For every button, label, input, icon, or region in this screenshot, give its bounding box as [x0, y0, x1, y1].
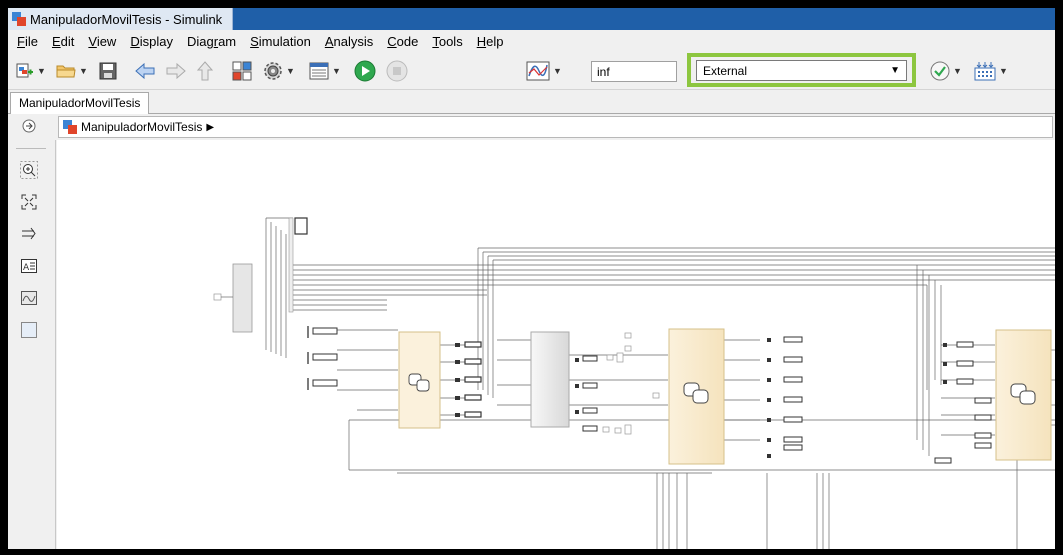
back-arrow-icon: [135, 63, 155, 79]
chevron-down-icon[interactable]: ▼: [37, 66, 46, 76]
chevron-down-icon[interactable]: ▼: [332, 66, 341, 76]
data-inspector-button[interactable]: ▼: [522, 60, 566, 82]
open-folder-icon: [56, 65, 76, 78]
model-settings-button[interactable]: ▼: [260, 60, 298, 82]
menu-bar: File Edit View Display Diagram Simulation Anal…: [8, 30, 1055, 52]
menu-item-file[interactable]: File: [10, 34, 45, 49]
window-title: ManipuladorMovilTesis - Simulink: [30, 11, 223, 27]
block-diagram[interactable]: [57, 140, 1055, 549]
display-block[interactable]: [294, 217, 308, 235]
zoom-icon: [20, 161, 38, 179]
breadcrumb-arrow-icon[interactable]: ▶: [206, 122, 214, 133]
fit-to-view-button[interactable]: [19, 192, 39, 212]
menu-item-edit[interactable]: Edit: [45, 34, 81, 49]
data-inspector-icon: [526, 61, 550, 81]
simulation-mode-value: External: [703, 63, 748, 78]
arrow-right-icon: [22, 227, 36, 240]
breadcrumb[interactable]: ManipuladorMovilTesis ▶: [58, 116, 1053, 138]
new-model-button[interactable]: ▼: [14, 60, 48, 82]
menu-item-view[interactable]: View: [81, 34, 123, 49]
breadcrumb-model[interactable]: ManipuladorMovilTesis: [81, 120, 202, 134]
annotation-button[interactable]: A: [19, 256, 39, 276]
chevron-down-icon[interactable]: ▼: [999, 66, 1008, 76]
window-title-tab[interactable]: ManipuladorMovilTesis - Simulink: [8, 8, 234, 30]
address-bar: ManipuladorMovilTesis ▶: [8, 114, 1055, 140]
mux-block[interactable]: [530, 331, 570, 428]
forward-arrow-icon: [166, 63, 186, 79]
chevron-down-icon[interactable]: ▼: [79, 66, 88, 76]
menu-item-display[interactable]: Display: [123, 34, 180, 49]
build-icon: [974, 62, 996, 81]
menu-item-help[interactable]: Help: [470, 34, 511, 49]
gear-icon: [264, 62, 282, 80]
save-icon: [99, 62, 117, 80]
run-icon: [354, 60, 376, 82]
demux-block[interactable]: [232, 263, 253, 333]
build-button[interactable]: ▼: [970, 60, 1012, 82]
menu-item-diagram[interactable]: Diagram: [180, 34, 243, 49]
new-model-icon: [16, 63, 34, 78]
library-browser-icon: [232, 61, 252, 81]
stop-icon: [386, 60, 408, 82]
simulink-window: ManipuladorMovilTesis - Simulink File Edi…: [8, 8, 1055, 549]
palette-divider: [16, 148, 46, 149]
hide-browser-button[interactable]: [22, 119, 36, 136]
library-browser-button[interactable]: [230, 60, 254, 82]
model-tab-bar: ManipuladorMovilTesis: [8, 90, 1055, 114]
left-palette: A: [8, 140, 56, 549]
menu-item-simulation[interactable]: Simulation: [243, 34, 318, 49]
area-button[interactable]: [19, 320, 39, 340]
title-bar: ManipuladorMovilTesis - Simulink: [8, 8, 1055, 30]
menu-item-code[interactable]: Code: [380, 34, 425, 49]
chevron-down-icon[interactable]: ▼: [953, 66, 962, 76]
model-explorer-button[interactable]: ▼: [306, 60, 344, 82]
model-canvas[interactable]: [57, 140, 1055, 549]
simulink-logo-icon: [12, 12, 26, 26]
image-icon: [21, 291, 37, 305]
check-icon: [930, 61, 950, 81]
svg-text:A: A: [23, 263, 30, 273]
model-advisor-button[interactable]: ▼: [926, 60, 966, 82]
expand-browser-icon: [22, 119, 36, 133]
annotation-icon: A: [21, 259, 37, 273]
simulation-mode-select[interactable]: External ▼: [696, 60, 907, 81]
forward-button[interactable]: [164, 60, 188, 82]
up-button[interactable]: [194, 60, 216, 82]
menu-item-analysis[interactable]: Analysis: [318, 34, 380, 49]
fit-view-icon: [21, 194, 37, 210]
simulation-mode-highlight: External ▼: [687, 53, 916, 87]
open-button[interactable]: ▼: [54, 60, 90, 82]
stop-time-input[interactable]: [591, 61, 677, 82]
run-button[interactable]: [352, 60, 378, 82]
zoom-in-button[interactable]: [19, 160, 39, 180]
arrange-button[interactable]: [19, 224, 39, 244]
menu-item-tools[interactable]: Tools: [425, 34, 469, 49]
save-button[interactable]: [97, 60, 119, 82]
model-explorer-icon: [309, 62, 329, 80]
chevron-down-icon[interactable]: ▼: [286, 66, 295, 76]
image-button[interactable]: [19, 288, 39, 308]
model-icon: [63, 120, 77, 134]
tab-model[interactable]: ManipuladorMovilTesis: [10, 92, 150, 114]
back-button[interactable]: [133, 60, 157, 82]
toolbar: ▼ ▼ ▼ ▼ ▼ inf External ▼ ▼ ▼: [8, 52, 1055, 90]
up-arrow-icon: [197, 61, 213, 81]
chevron-down-icon: ▼: [890, 65, 900, 76]
area-icon: [21, 322, 37, 338]
chevron-down-icon[interactable]: ▼: [553, 66, 562, 76]
stop-button[interactable]: [384, 60, 410, 82]
